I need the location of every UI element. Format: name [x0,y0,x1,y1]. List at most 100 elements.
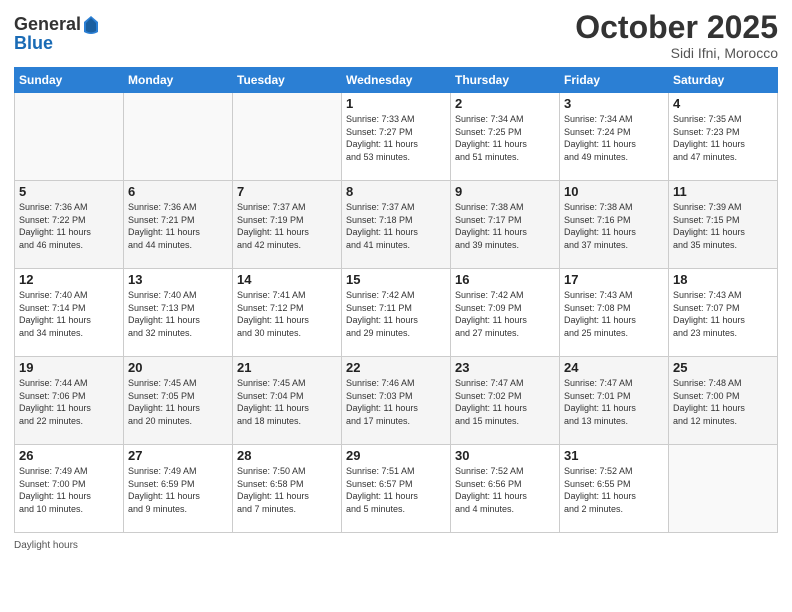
calendar-cell: 28 Sunrise: 7:50 AM Sunset: 6:58 PM Dayli… [233,445,342,533]
day-info: Sunrise: 7:47 AM Sunset: 7:02 PM Dayligh… [455,377,555,427]
calendar-cell: 22Sunrise: 7:46 AM Sunset: 7:03 PM Dayli… [342,357,451,445]
day-info: Sunrise: 7:47 AM Sunset: 7:01 PM Dayligh… [564,377,664,427]
day-info: Sunrise: 7:40 AM Sunset: 7:13 PM Dayligh… [128,289,228,339]
day-info: Sunrise: 7:52 AM Sunset: 6:55 PM Dayligh… [564,465,664,515]
calendar-cell [124,93,233,181]
day-number: 24 [564,360,664,375]
day-number: 27 [128,448,228,463]
weekday-tuesday: Tuesday [233,68,342,93]
day-number: 6 [128,184,228,199]
day-info: Sunrise: 7:38 AM Sunset: 7:16 PM Dayligh… [564,201,664,251]
day-info: Sunrise: 7:43 AM Sunset: 7:07 PM Dayligh… [673,289,773,339]
month-title: October 2025 [575,10,778,45]
calendar-cell: 19Sunrise: 7:44 AM Sunset: 7:06 PM Dayli… [15,357,124,445]
logo-blue-text: Blue [14,34,100,54]
logo-general-text: General [14,15,81,35]
weekday-sunday: Sunday [15,68,124,93]
calendar-cell: 31 Sunrise: 7:52 AM Sunset: 6:55 PM Dayli… [560,445,669,533]
day-info: Sunrise: 7:41 AM Sunset: 7:12 PM Dayligh… [237,289,337,339]
day-info: Sunrise: 7:34 AM Sunset: 7:25 PM Dayligh… [455,113,555,163]
calendar-cell: 4Sunrise: 7:35 AM Sunset: 7:23 PM Daylig… [669,93,778,181]
day-number: 31 [564,448,664,463]
day-number: 30 [455,448,555,463]
calendar-cell: 11 Sunrise: 7:39 AM Sunset: 7:15 PM Dayli… [669,181,778,269]
calendar-cell: 21 Sunrise: 7:45 AM Sunset: 7:04 PM Dayli… [233,357,342,445]
page-header: General Blue October 2025 Sidi Ifni, Mor… [14,10,778,61]
calendar-cell [233,93,342,181]
day-number: 8 [346,184,446,199]
day-info: Sunrise: 7:36 AM Sunset: 7:22 PM Dayligh… [19,201,119,251]
day-number: 7 [237,184,337,199]
calendar-cell: 29Sunrise: 7:51 AM Sunset: 6:57 PM Dayli… [342,445,451,533]
calendar-cell: 12Sunrise: 7:40 AM Sunset: 7:14 PM Dayli… [15,269,124,357]
week-row-4: 19Sunrise: 7:44 AM Sunset: 7:06 PM Dayli… [15,357,778,445]
calendar-cell: 13 Sunrise: 7:40 AM Sunset: 7:13 PM Dayli… [124,269,233,357]
day-info: Sunrise: 7:35 AM Sunset: 7:23 PM Dayligh… [673,113,773,163]
location-text: Sidi Ifni, Morocco [575,45,778,61]
day-info: Sunrise: 7:51 AM Sunset: 6:57 PM Dayligh… [346,465,446,515]
day-info: Sunrise: 7:42 AM Sunset: 7:11 PM Dayligh… [346,289,446,339]
day-info: Sunrise: 7:37 AM Sunset: 7:19 PM Dayligh… [237,201,337,251]
calendar-cell: 6 Sunrise: 7:36 AM Sunset: 7:21 PM Daylig… [124,181,233,269]
calendar-cell: 14 Sunrise: 7:41 AM Sunset: 7:12 PM Dayli… [233,269,342,357]
calendar-cell: 24 Sunrise: 7:47 AM Sunset: 7:01 PM Dayli… [560,357,669,445]
footer: Daylight hours [14,536,778,551]
day-number: 11 [673,184,773,199]
day-number: 2 [455,96,555,111]
calendar-cell: 25Sunrise: 7:48 AM Sunset: 7:00 PM Dayli… [669,357,778,445]
calendar-cell: 18Sunrise: 7:43 AM Sunset: 7:07 PM Dayli… [669,269,778,357]
week-row-2: 5 Sunrise: 7:36 AM Sunset: 7:22 PM Daylig… [15,181,778,269]
logo-icon [82,14,100,36]
title-block: October 2025 Sidi Ifni, Morocco [575,10,778,61]
calendar-cell [669,445,778,533]
day-info: Sunrise: 7:50 AM Sunset: 6:58 PM Dayligh… [237,465,337,515]
daylight-note: Daylight hours [14,540,78,551]
calendar-cell: 8 Sunrise: 7:37 AM Sunset: 7:18 PM Daylig… [342,181,451,269]
calendar-cell: 10 Sunrise: 7:38 AM Sunset: 7:16 PM Dayli… [560,181,669,269]
day-number: 25 [673,360,773,375]
day-number: 1 [346,96,446,111]
day-info: Sunrise: 7:46 AM Sunset: 7:03 PM Dayligh… [346,377,446,427]
calendar-cell: 2 Sunrise: 7:34 AM Sunset: 7:25 PM Daylig… [451,93,560,181]
day-number: 5 [19,184,119,199]
day-number: 26 [19,448,119,463]
weekday-friday: Friday [560,68,669,93]
day-number: 12 [19,272,119,287]
calendar-cell: 20 Sunrise: 7:45 AM Sunset: 7:05 PM Dayli… [124,357,233,445]
day-info: Sunrise: 7:36 AM Sunset: 7:21 PM Dayligh… [128,201,228,251]
weekday-saturday: Saturday [669,68,778,93]
day-info: Sunrise: 7:43 AM Sunset: 7:08 PM Dayligh… [564,289,664,339]
calendar-cell: 26Sunrise: 7:49 AM Sunset: 7:00 PM Dayli… [15,445,124,533]
day-info: Sunrise: 7:49 AM Sunset: 6:59 PM Dayligh… [128,465,228,515]
day-number: 21 [237,360,337,375]
day-info: Sunrise: 7:37 AM Sunset: 7:18 PM Dayligh… [346,201,446,251]
day-number: 13 [128,272,228,287]
calendar-cell [15,93,124,181]
day-number: 19 [19,360,119,375]
day-number: 17 [564,272,664,287]
day-number: 20 [128,360,228,375]
week-row-3: 12Sunrise: 7:40 AM Sunset: 7:14 PM Dayli… [15,269,778,357]
calendar-cell: 5 Sunrise: 7:36 AM Sunset: 7:22 PM Daylig… [15,181,124,269]
weekday-thursday: Thursday [451,68,560,93]
week-row-1: 1 Sunrise: 7:33 AM Sunset: 7:27 PM Daylig… [15,93,778,181]
calendar-cell: 7 Sunrise: 7:37 AM Sunset: 7:19 PM Daylig… [233,181,342,269]
day-info: Sunrise: 7:33 AM Sunset: 7:27 PM Dayligh… [346,113,446,163]
day-number: 3 [564,96,664,111]
day-number: 10 [564,184,664,199]
calendar-cell: 16Sunrise: 7:42 AM Sunset: 7:09 PM Dayli… [451,269,560,357]
day-info: Sunrise: 7:39 AM Sunset: 7:15 PM Dayligh… [673,201,773,251]
calendar-cell: 30Sunrise: 7:52 AM Sunset: 6:56 PM Dayli… [451,445,560,533]
calendar-cell: 3Sunrise: 7:34 AM Sunset: 7:24 PM Daylig… [560,93,669,181]
calendar-cell: 17 Sunrise: 7:43 AM Sunset: 7:08 PM Dayli… [560,269,669,357]
week-row-5: 26Sunrise: 7:49 AM Sunset: 7:00 PM Dayli… [15,445,778,533]
day-number: 28 [237,448,337,463]
calendar-cell: 27 Sunrise: 7:49 AM Sunset: 6:59 PM Dayli… [124,445,233,533]
day-info: Sunrise: 7:45 AM Sunset: 7:05 PM Dayligh… [128,377,228,427]
calendar-cell: 15 Sunrise: 7:42 AM Sunset: 7:11 PM Dayli… [342,269,451,357]
day-number: 15 [346,272,446,287]
day-info: Sunrise: 7:45 AM Sunset: 7:04 PM Dayligh… [237,377,337,427]
day-number: 16 [455,272,555,287]
calendar-cell: 9Sunrise: 7:38 AM Sunset: 7:17 PM Daylig… [451,181,560,269]
day-number: 14 [237,272,337,287]
